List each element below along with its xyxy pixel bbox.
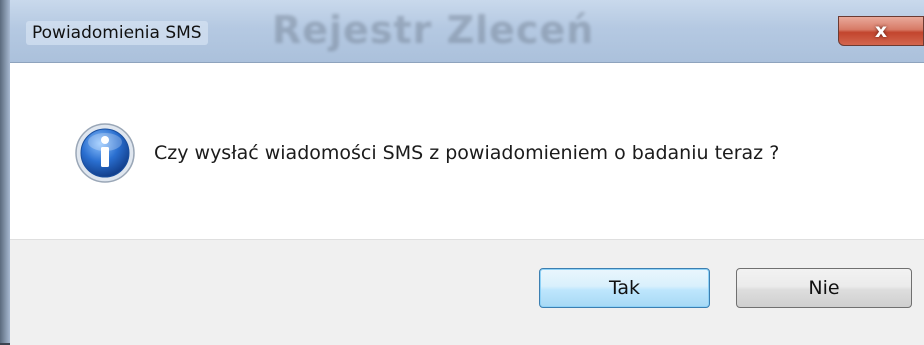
info-icon <box>75 123 135 183</box>
dialog-content: Czy wysłać wiadomości SMS z powiadomieni… <box>10 62 924 345</box>
dialog-title: Powiadomienia SMS <box>26 21 208 45</box>
close-icon: x <box>874 20 888 42</box>
button-bar: Tak Nie <box>10 239 924 345</box>
title-bar[interactable]: Rejestr Zleceń Powiadomienia SMS x <box>10 0 924 62</box>
dialog-message: Czy wysłać wiadomości SMS z powiadomieni… <box>154 142 780 164</box>
dialog-window: Rejestr Zleceń Powiadomienia SMS x Czy w… <box>0 0 924 345</box>
close-button[interactable]: x <box>838 16 924 46</box>
window-frame-left <box>0 0 10 343</box>
yes-button[interactable]: Tak <box>539 268 710 308</box>
no-button[interactable]: Nie <box>736 268 912 308</box>
background-window-title: Rejestr Zleceń <box>272 8 595 52</box>
